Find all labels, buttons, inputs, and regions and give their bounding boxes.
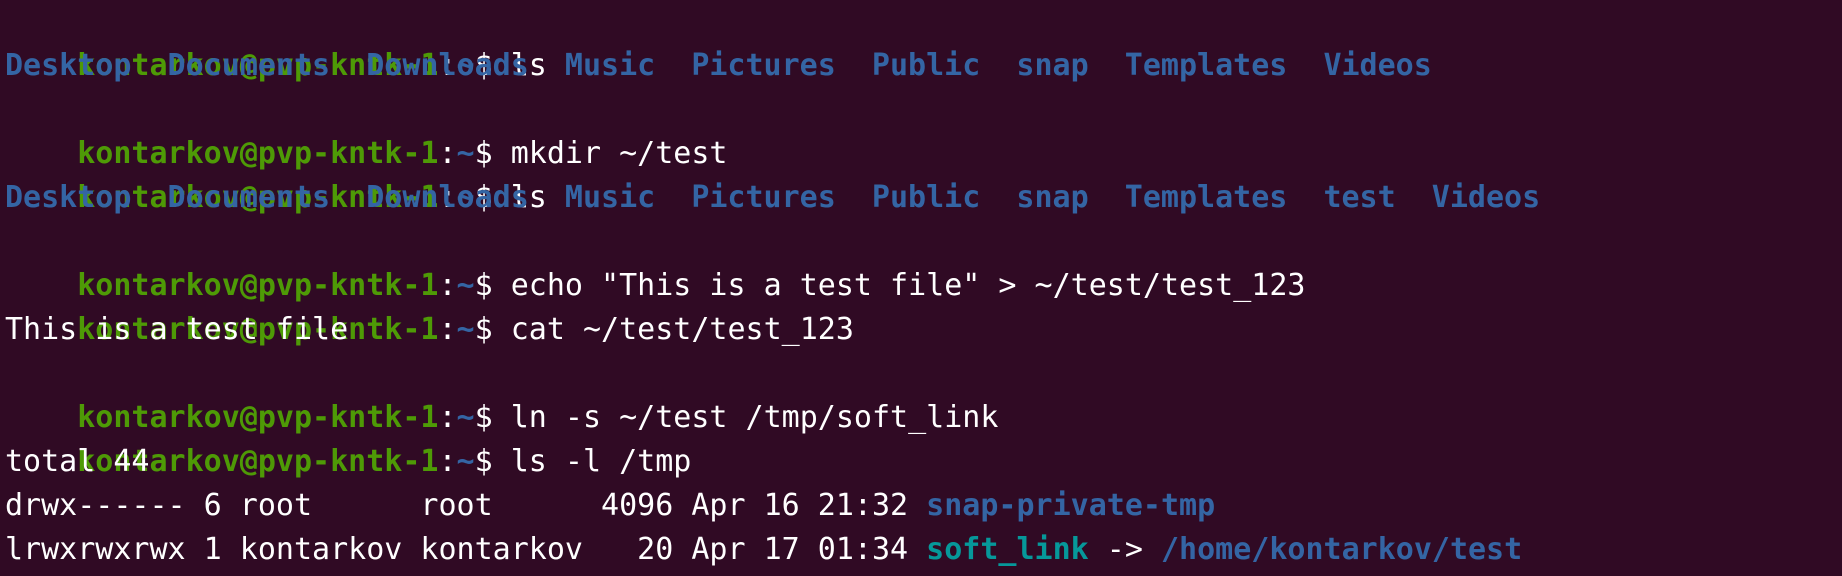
prompt-path: ~ [456,136,475,171]
dir-entry: Desktop [5,48,132,83]
ls-long-name: soft_link [926,532,1089,567]
cat-output-line: This is a test file [5,308,1842,352]
dir-entry: Templates [1124,48,1288,83]
cat-output-text: This is a test file [5,312,349,347]
dir-entry: Downloads [366,180,529,215]
dir-entry: Documents [167,180,331,215]
ls-output-line: Desktop Documents Downloads Music Pictures Pu… [5,176,1842,220]
command-line: kontarkov@pvp-kntk-1:~$ ln -s ~/test /tm… [5,352,1842,435]
dir-entry: Pictures [691,180,836,215]
ls-total-text: total 44 [5,444,150,479]
command-line: kontarkov@pvp-kntk-1:~$ mkdir ~/test [5,88,1842,171]
dir-entry: Downloads [366,48,529,83]
dir-entry: snap [1016,180,1089,215]
ls-long-row: drwx------ 6 root root 4096 Apr 16 21:32… [5,484,1842,528]
prompt-path: ~ [456,312,475,347]
prompt-user-host: kontarkov@pvp-kntk-1 [77,136,439,171]
prompt-path: ~ [456,268,475,303]
prompt-separator: : [438,268,457,303]
ls-long-meta: lrwxrwxrwx 1 kontarkov kontarkov 20 Apr … [5,532,927,567]
terminal-window[interactable]: kontarkov@pvp-kntk-1:~$ ls Desktop Docume… [0,0,1842,576]
symlink-arrow: -> [1088,532,1161,567]
command-line: kontarkov@pvp-kntk-1:~$ ls [5,0,1842,83]
prompt-separator: : [438,444,457,479]
ls-long-row: lrwxrwxrwx 1 kontarkov kontarkov 20 Apr … [5,528,1842,572]
dir-entry: Videos [1323,48,1432,83]
prompt-separator: : [438,312,457,347]
symlink-target: /home/kontarkov/test [1160,532,1523,567]
prompt-user-host: kontarkov@pvp-kntk-1 [77,400,439,435]
command-text: echo "This is a test file" > ~/test/test… [510,268,1306,303]
dir-entry: Videos [1431,180,1541,215]
dir-entry: Public [871,48,981,83]
dir-entry: Music [564,180,656,215]
command-text: mkdir ~/test [510,136,728,171]
ls-long-meta: drwx------ 6 root root 4096 Apr 16 21:32 [5,488,927,523]
prompt-symbol: $ [474,268,511,303]
prompt-separator: : [438,400,457,435]
command-text: ls -l /tmp [510,444,692,479]
ls-long-name: snap-private-tmp [926,488,1216,523]
prompt-separator: : [438,136,457,171]
prompt-symbol: $ [474,312,511,347]
command-text: cat ~/test/test_123 [510,312,854,347]
command-line: kontarkov@pvp-kntk-1:~$ echo "This is a … [5,220,1842,303]
dir-entry: Public [871,180,981,215]
prompt-symbol: $ [474,400,511,435]
dir-entry: test [1323,180,1396,215]
dir-entry: snap [1016,48,1089,83]
prompt-user-host: kontarkov@pvp-kntk-1 [77,268,439,303]
prompt-path: ~ [456,444,475,479]
prompt-symbol: $ [474,444,511,479]
dir-entry: Documents [167,48,331,83]
command-text: ln -s ~/test /tmp/soft_link [510,400,999,435]
dir-entry: Music [564,48,656,83]
prompt-path: ~ [456,400,475,435]
ls-output-line: Desktop Documents Downloads Music Pictures Pu… [5,44,1842,88]
prompt-symbol: $ [474,136,511,171]
dir-entry: Templates [1124,180,1288,215]
dir-entry: Pictures [691,48,836,83]
dir-entry: Desktop [5,180,132,215]
